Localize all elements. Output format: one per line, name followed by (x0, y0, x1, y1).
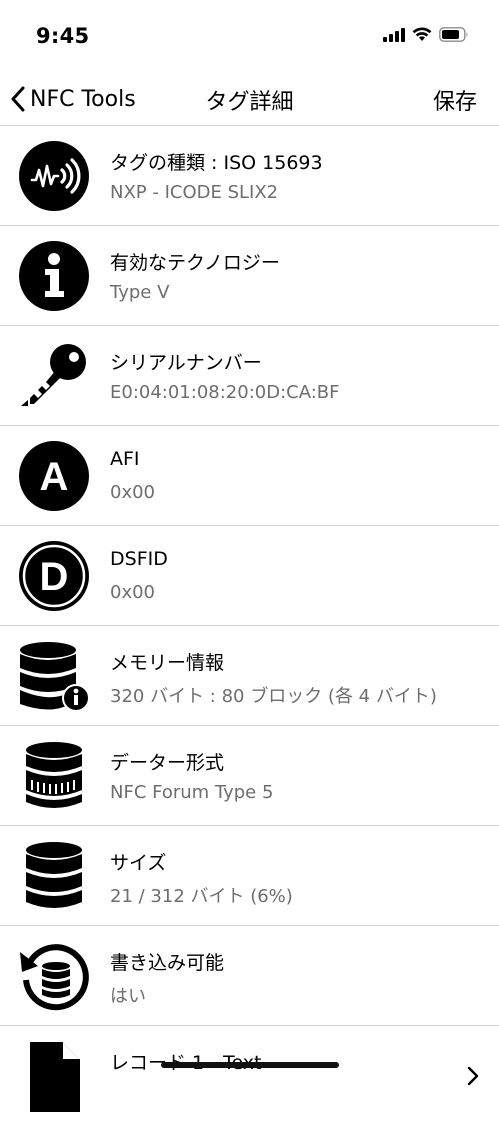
svg-text:A: A (40, 455, 69, 499)
row-subtitle: NFC Forum Type 5 (110, 782, 274, 803)
row-subtitle: 0x00 (110, 482, 156, 503)
row-title: メモリー情報 (110, 652, 225, 674)
status-icons (383, 27, 469, 42)
database-icon (26, 842, 82, 908)
row-title: 有効なテクノロジー (110, 252, 280, 274)
letter-a-icon: A (19, 441, 89, 511)
wifi-icon (412, 27, 432, 41)
row-subtitle: はい (110, 986, 146, 1007)
status-bar: 9:45 (0, 0, 499, 76)
nfc-signal-icon (19, 141, 89, 211)
list-item-memory-info[interactable]: メモリー情報 320 バイト : 80 ブロック (各 4 バイト) (0, 626, 499, 726)
save-button[interactable]: 保存 (433, 84, 477, 116)
info-icon (19, 241, 89, 311)
list-item-size[interactable]: サイズ 21 / 312 バイト (6%) (0, 826, 499, 926)
database-info-icon (20, 642, 90, 712)
list-item-data-format[interactable]: データー形式 NFC Forum Type 5 (0, 726, 499, 826)
status-time: 9:45 (36, 24, 90, 48)
row-title: DSFID (110, 548, 168, 570)
row-title: 書き込み可能 (110, 952, 225, 974)
list-item-dsfid[interactable]: D DSFID 0x00 (0, 526, 499, 626)
row-title: タグの種類 : ISO 15693 (110, 152, 323, 174)
list-item-writable[interactable]: 書き込み可能 はい (0, 926, 499, 1026)
row-title: AFI (110, 448, 140, 470)
list-item-tag-type[interactable]: タグの種類 : ISO 15693 NXP - ICODE SLIX2 (0, 126, 499, 226)
writable-database-icon (20, 944, 89, 1011)
row-title: シリアルナンバー (110, 352, 262, 374)
back-button[interactable]: NFC Tools (10, 79, 136, 119)
home-indicator[interactable] (161, 1062, 339, 1068)
tag-detail-list: タグの種類 : ISO 15693 NXP - ICODE SLIX2 有効なテ… (0, 126, 499, 1125)
cellular-signal-icon (383, 27, 405, 42)
row-subtitle: 320 バイト : 80 ブロック (各 4 バイト) (110, 686, 437, 707)
database-format-icon (26, 742, 82, 808)
row-subtitle: E0:04:01:08:20:0D:CA:BF (110, 382, 340, 403)
row-subtitle: NXP - ICODE SLIX2 (110, 182, 279, 203)
row-title: データー形式 (110, 752, 225, 774)
chevron-left-icon (11, 86, 25, 112)
row-subtitle: 21 / 312 バイト (6%) (110, 886, 293, 907)
row-title: サイズ (110, 852, 167, 874)
key-icon (21, 344, 86, 406)
letter-d-icon: D (19, 541, 89, 611)
document-icon (30, 1042, 80, 1112)
battery-icon (439, 27, 468, 42)
list-item-serial-number[interactable]: シリアルナンバー E0:04:01:08:20:0D:CA:BF (0, 326, 499, 426)
list-item-afi[interactable]: A AFI 0x00 (0, 426, 499, 526)
navigation-bar: NFC Tools タグ詳細 保存 (0, 76, 499, 126)
back-button-label: NFC Tools (30, 86, 136, 112)
chevron-right-icon (467, 1066, 479, 1086)
list-item-record-1[interactable]: レコード 1 - Text (0, 1026, 499, 1125)
row-subtitle: Type V (110, 282, 170, 303)
svg-text:D: D (40, 555, 69, 599)
row-subtitle: 0x00 (110, 582, 156, 603)
list-item-technologies[interactable]: 有効なテクノロジー Type V (0, 226, 499, 326)
